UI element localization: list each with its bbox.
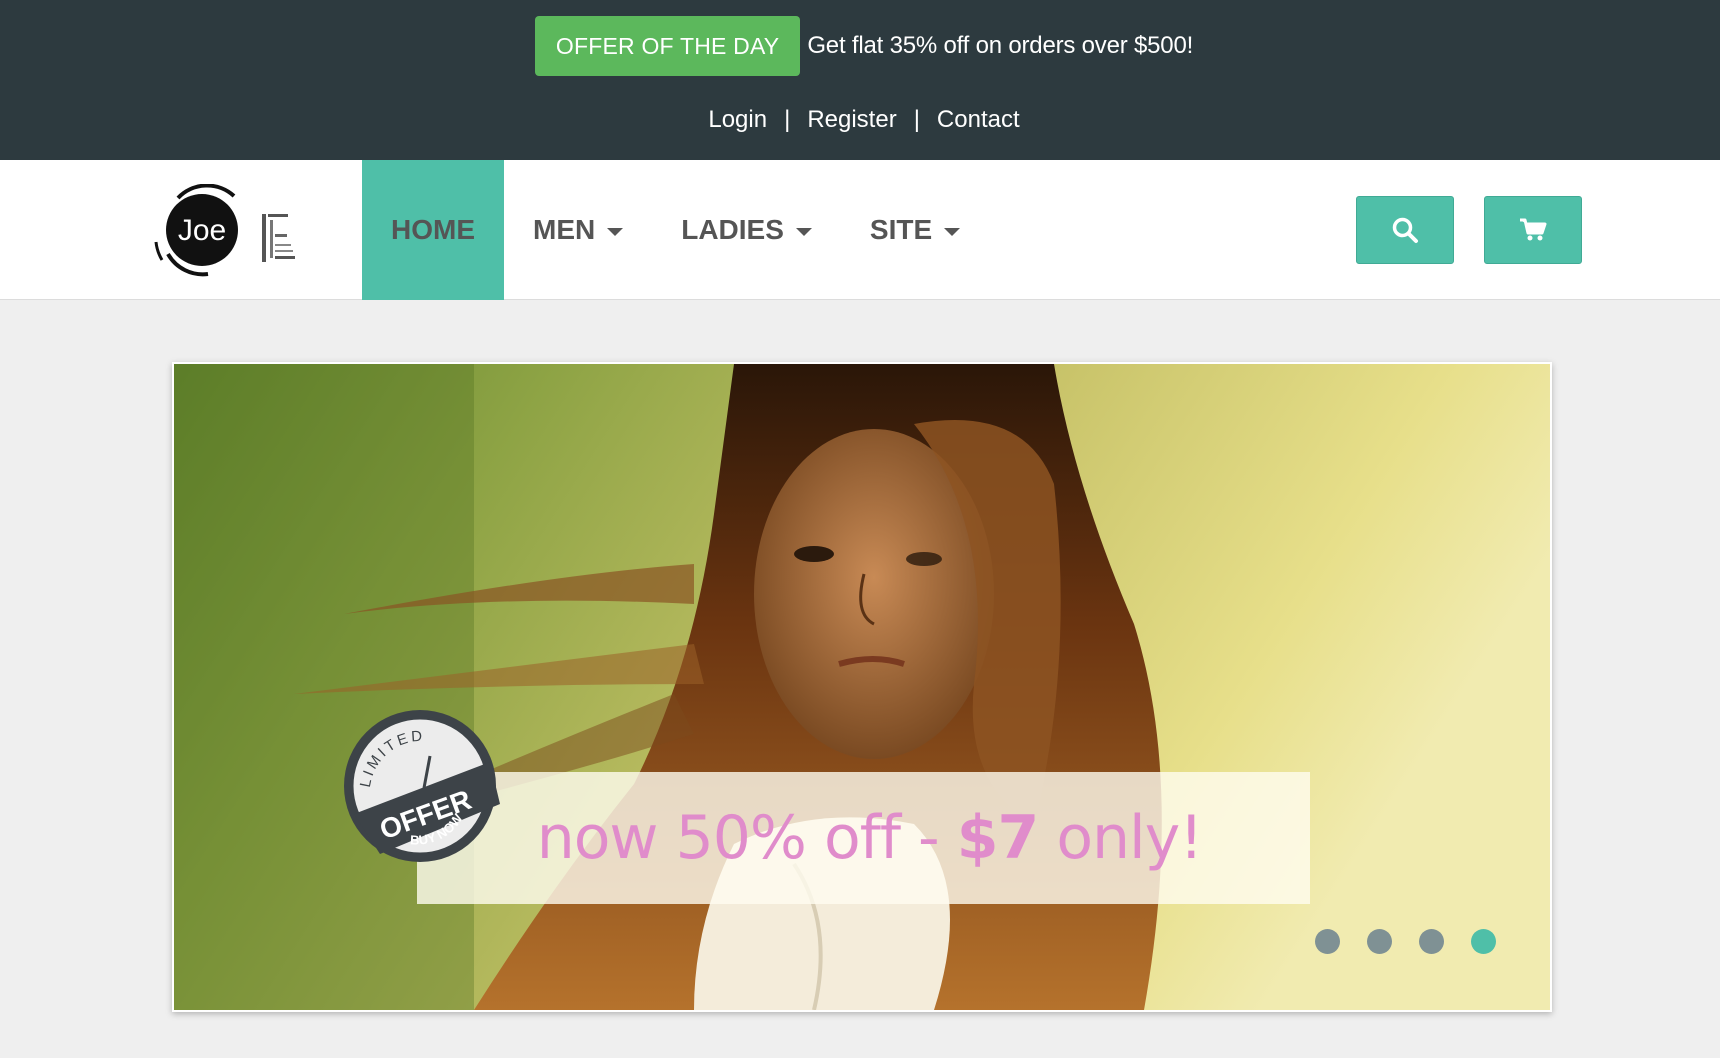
limited-offer-seal[interactable]: LIMITED OFFER BUY NOW xyxy=(340,704,500,864)
link-separator: | xyxy=(913,106,920,133)
cart-icon xyxy=(1520,218,1547,241)
contact-link[interactable]: Contact xyxy=(937,106,1020,134)
caption-price: $7 xyxy=(956,803,1039,873)
offer-of-the-day-badge: OFFER OF THE DAY xyxy=(534,16,801,76)
site-logo[interactable]: Joe xyxy=(148,183,304,280)
hero-slider[interactable]: now 50% off - $7 only! LIMITED OFFER BUY… xyxy=(172,362,1552,1012)
slider-dot[interactable] xyxy=(1367,929,1392,954)
nav-home[interactable]: HOME xyxy=(362,160,504,300)
nav-home-label: HOME xyxy=(391,214,475,245)
nav-men[interactable]: MEN xyxy=(504,160,652,300)
top-bar: OFFER OF THE DAY Get flat 35% off on ord… xyxy=(0,0,1720,160)
slider-dots xyxy=(1315,929,1496,954)
search-icon xyxy=(1392,217,1418,243)
cart-button[interactable] xyxy=(1484,196,1582,264)
caret-down-icon xyxy=(607,227,624,236)
caption-suffix: only! xyxy=(1038,803,1203,873)
offer-text: Get flat 35% off on orders over $500! xyxy=(807,32,1194,59)
hero-caption-text: now 50% off - $7 only! xyxy=(536,803,1204,873)
slider-dot[interactable] xyxy=(1419,929,1444,954)
offer-row: OFFER OF THE DAY Get flat 35% off on ord… xyxy=(0,16,1720,76)
main-nav: HOME MEN LADIES SITE xyxy=(362,160,989,300)
caret-down-icon xyxy=(795,227,812,236)
hero-image xyxy=(174,364,1550,1010)
slider-dot-active[interactable] xyxy=(1471,929,1496,954)
caret-down-icon xyxy=(944,227,961,236)
nav-ladies-label: LADIES xyxy=(681,214,784,245)
login-link[interactable]: Login xyxy=(708,106,767,134)
search-button[interactable] xyxy=(1356,196,1454,264)
main-navbar: Joe HOME MEN LADIES SITE xyxy=(0,160,1720,300)
link-separator: | xyxy=(784,106,791,133)
slider-dot[interactable] xyxy=(1315,929,1340,954)
nav-site[interactable]: SITE xyxy=(841,160,989,300)
nav-ladies[interactable]: LADIES xyxy=(652,160,841,300)
register-link[interactable]: Register xyxy=(807,106,896,134)
caption-prefix: now 50% off - xyxy=(536,803,957,873)
account-links: Login | Register | Contact xyxy=(0,106,1720,134)
logo-text: Joe xyxy=(178,214,226,247)
nav-site-label: SITE xyxy=(869,214,933,245)
hero-caption: now 50% off - $7 only! xyxy=(417,772,1310,904)
nav-men-label: MEN xyxy=(533,214,596,245)
